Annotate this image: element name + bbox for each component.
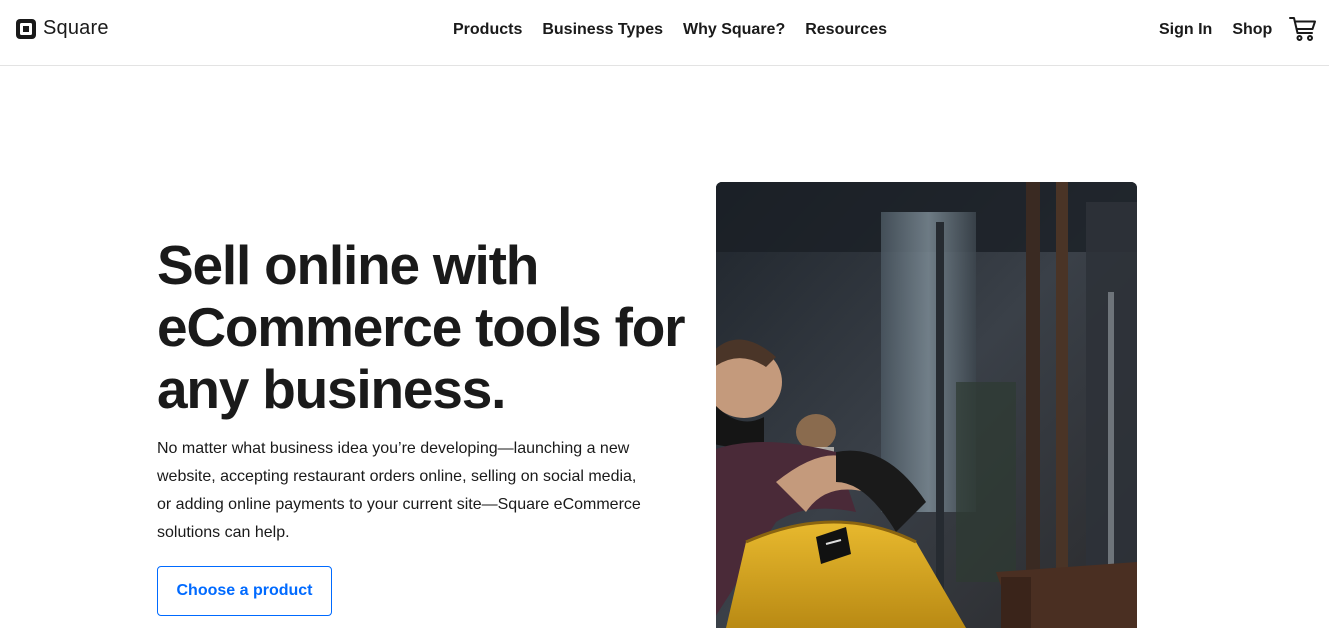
nav-business-types[interactable]: Business Types bbox=[542, 20, 663, 40]
site-header: Square Products Business Types Why Squar… bbox=[0, 0, 1329, 66]
hero-photo bbox=[716, 182, 1137, 628]
shop-link[interactable]: Shop bbox=[1232, 20, 1272, 40]
account-links: Sign In Shop bbox=[1159, 20, 1272, 40]
nav-products[interactable]: Products bbox=[453, 20, 522, 40]
courier-photo-image bbox=[716, 182, 1137, 628]
nav-why-square[interactable]: Why Square? bbox=[683, 20, 785, 40]
hero-description: No matter what business idea you’re deve… bbox=[157, 440, 641, 541]
nav-resources[interactable]: Resources bbox=[805, 20, 887, 40]
main-nav: Products Business Types Why Square? Reso… bbox=[453, 20, 887, 40]
logo-text: Square bbox=[43, 17, 109, 39]
sign-in-link[interactable]: Sign In bbox=[1159, 20, 1212, 40]
square-logo[interactable]: Square bbox=[15, 17, 109, 40]
choose-product-button[interactable]: Choose a product bbox=[157, 566, 332, 616]
shopping-cart-icon[interactable] bbox=[1289, 16, 1317, 42]
hero-title: Sell online with eCommerce tools for any… bbox=[157, 234, 686, 420]
square-logo-icon bbox=[16, 18, 36, 39]
